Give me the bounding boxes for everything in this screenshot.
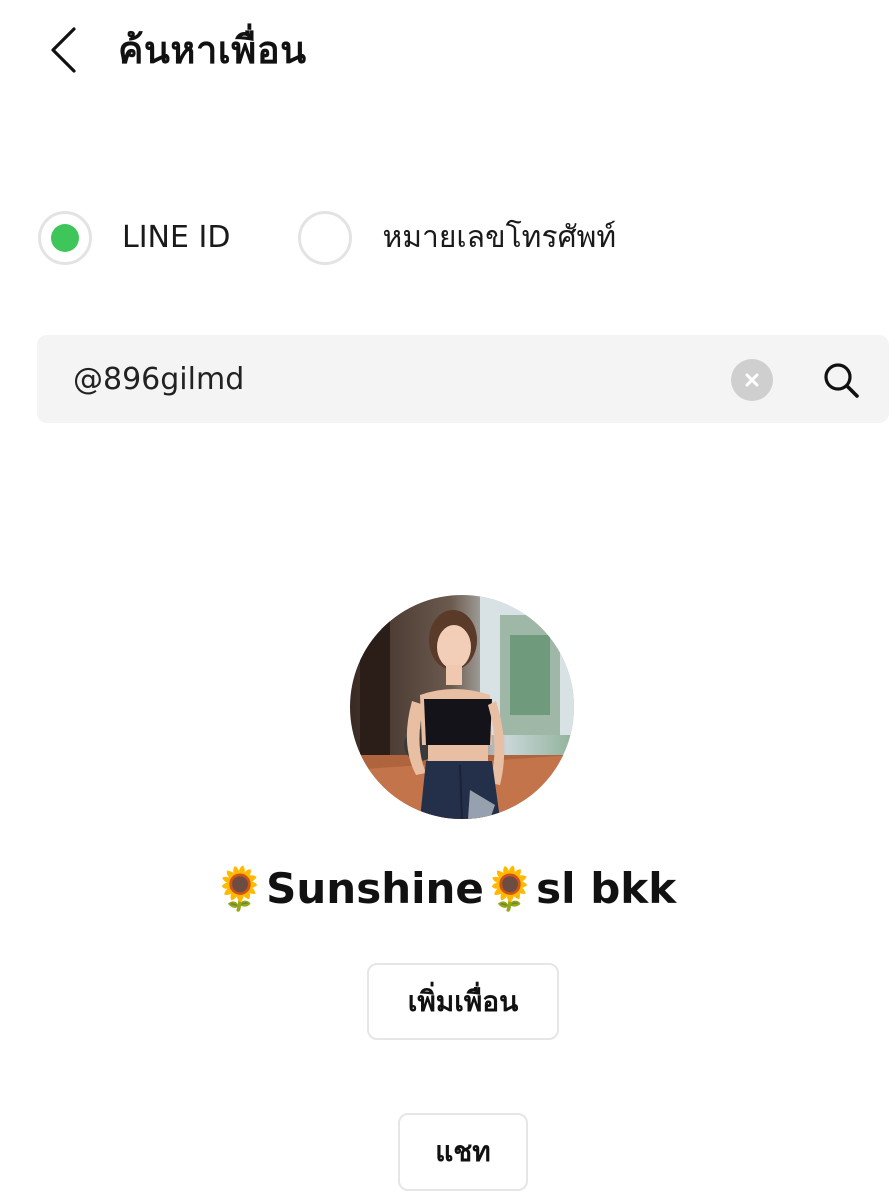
profile-avatar xyxy=(350,595,574,819)
profile-name: 🌻Sunshine🌻sl bkk xyxy=(213,864,677,913)
search-type-radio-group: LINE ID หมายเลขโทรศัพท์ xyxy=(38,208,616,268)
radio-selected-dot xyxy=(51,224,79,252)
chat-button[interactable]: แชท xyxy=(398,1113,528,1191)
search-bar xyxy=(37,335,889,423)
clear-button[interactable] xyxy=(731,359,773,401)
radio-line-id[interactable]: LINE ID xyxy=(38,211,230,265)
radio-button-unselected[interactable] xyxy=(298,211,353,265)
page-title: ค้นหาเพื่อน xyxy=(118,28,307,72)
back-button[interactable] xyxy=(40,24,86,76)
header: ค้นหาเพื่อน xyxy=(0,0,890,100)
add-friend-label: เพิ่มเพื่อน xyxy=(407,984,519,1018)
search-input[interactable] xyxy=(73,349,713,409)
radio-button-selected[interactable] xyxy=(38,211,92,265)
radio-line-id-label[interactable]: LINE ID xyxy=(122,218,230,258)
radio-phone-number[interactable]: หมายเลขโทรศัพท์ xyxy=(298,211,616,265)
profile-photo xyxy=(350,595,574,819)
chevron-left-icon xyxy=(51,27,76,73)
search-icon xyxy=(824,363,859,398)
chat-label: แชท xyxy=(435,1135,491,1168)
clear-icon xyxy=(745,373,759,387)
search-button[interactable] xyxy=(817,357,865,403)
add-friend-button[interactable]: เพิ่มเพื่อน xyxy=(367,963,559,1040)
radio-phone-number-label[interactable]: หมายเลขโทรศัพท์ xyxy=(382,218,616,258)
